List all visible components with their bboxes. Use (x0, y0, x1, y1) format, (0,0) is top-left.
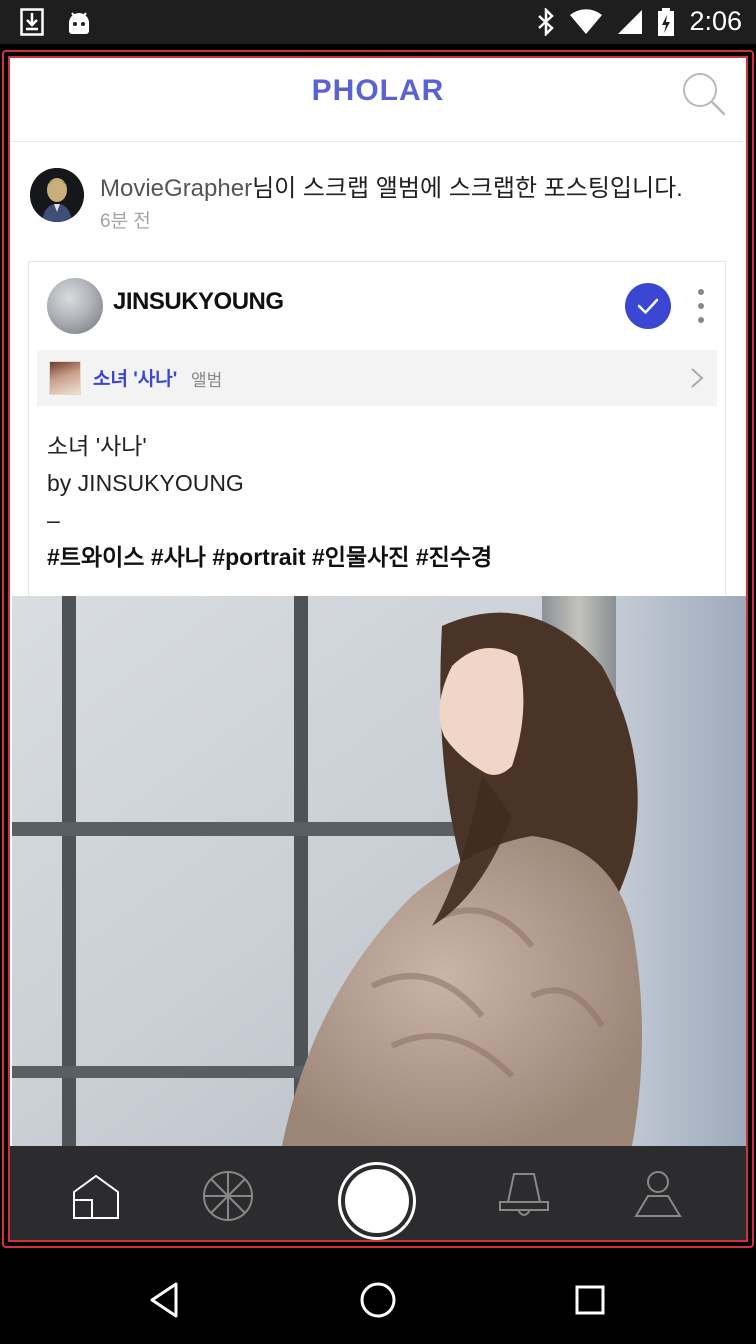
explore-icon[interactable] (198, 1166, 258, 1226)
post-card: JINSUKYOUNG 소녀 '사나' 앨범 소녀 '사나' by JINSUK… (28, 261, 726, 601)
app-logo[interactable]: PHOLAR (10, 74, 746, 108)
album-link[interactable]: 소녀 '사나' 앨범 (37, 350, 717, 406)
app-bar: PHOLAR (10, 58, 746, 142)
scrap-notice: MovieGrapher님이 스크랩 앨범에 스크랩한 포스팅입니다. 6분 전 (30, 166, 730, 236)
album-title: 소녀 '사나' (93, 369, 178, 390)
battery-icon (658, 7, 675, 36)
capture-button-inner (345, 1169, 409, 1233)
caption-hashtags[interactable]: #트와이스 #사나 #portrait #인물사진 #진수경 (47, 539, 492, 576)
status-time: 2:06 (689, 6, 742, 36)
recents-square-icon[interactable] (566, 1276, 614, 1324)
album-label: 앨범 (191, 371, 223, 390)
notice-user[interactable]: MovieGrapher (100, 175, 252, 202)
notice-message: 님이 스크랩 앨범에 스크랩한 포스팅입니다. (252, 175, 683, 202)
bluetooth-icon (538, 7, 555, 36)
caption-line: – (47, 507, 60, 533)
signal-icon (618, 9, 643, 34)
status-bar: 2:06 (0, 0, 756, 44)
notice-time: 6분 전 (100, 211, 151, 232)
post-author[interactable]: JINSUKYOUNG (113, 288, 284, 316)
more-options-icon[interactable] (689, 284, 713, 328)
notice-text: MovieGrapher님이 스크랩 앨범에 스크랩한 포스팅입니다. (100, 168, 683, 203)
post-photo[interactable] (12, 596, 746, 1146)
user-avatar-illustration (30, 168, 84, 222)
avatar[interactable] (30, 168, 84, 222)
system-navigation-bar (0, 1256, 756, 1344)
download-icon (20, 8, 44, 36)
app-screen: PHOLAR MovieGrapher님이 스크랩 앨범에 스크랩한 포스팅입니… (10, 58, 746, 1240)
back-icon[interactable] (142, 1276, 190, 1324)
notifications-bell-icon[interactable] (494, 1166, 554, 1226)
chevron-right-icon (691, 368, 704, 388)
home-icon[interactable] (66, 1166, 126, 1226)
android-icon (69, 12, 89, 34)
portrait-photo-illustration (12, 596, 746, 1146)
profile-icon[interactable] (628, 1166, 688, 1226)
camera-capture-button[interactable] (338, 1162, 416, 1240)
avatar[interactable] (47, 278, 103, 334)
album-thumbnail (49, 361, 81, 395)
check-icon (637, 298, 659, 314)
home-circle-icon[interactable] (354, 1276, 402, 1324)
caption-line: by JINSUKYOUNG (47, 470, 244, 496)
wifi-icon (570, 8, 603, 34)
following-button[interactable] (625, 283, 671, 329)
search-icon[interactable] (680, 70, 728, 118)
caption-line: 소녀 '사나' (47, 433, 147, 459)
post-caption: 소녀 '사나' by JINSUKYOUNG – #트와이스 #사나 #port… (47, 428, 492, 576)
bottom-navigation (10, 1146, 746, 1240)
